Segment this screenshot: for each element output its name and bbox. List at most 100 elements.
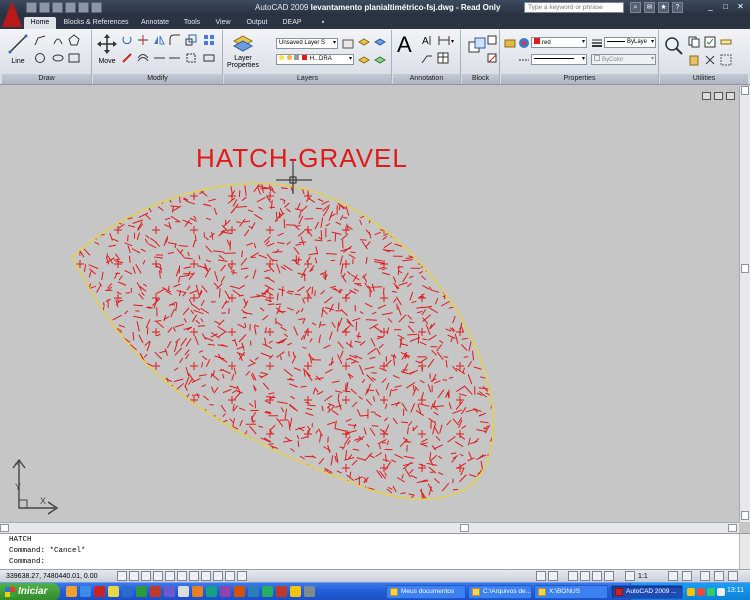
copy-clip-icon[interactable] [688, 36, 700, 48]
grid-display-icon[interactable] [129, 571, 139, 581]
app-launch-icon[interactable] [276, 586, 287, 597]
select-similar-icon[interactable] [720, 54, 732, 66]
color-wheel-icon[interactable] [518, 37, 530, 49]
help-search-input[interactable]: Type a keyword or phrase [524, 2, 624, 13]
task-arquivos-de[interactable]: C:\Arquivos de... [468, 585, 532, 599]
tab-output[interactable]: Output [240, 17, 274, 29]
coordinate-readout[interactable]: 339638.27, 7480440.01, 0.00 [6, 571, 97, 582]
linetype-dropdown[interactable]: ▾ [531, 54, 587, 65]
insert-block-icon[interactable] [467, 36, 487, 56]
tray-icon[interactable] [707, 588, 715, 596]
tab-tools[interactable]: Tools [178, 17, 206, 29]
vertical-scroll-thumb[interactable] [741, 264, 749, 273]
layer-state-dropdown[interactable]: Unsaved Layer S ▾ [276, 38, 338, 49]
new-file-icon[interactable] [26, 2, 37, 13]
horizontal-scroll-thumb[interactable] [460, 524, 469, 532]
color-dropdown[interactable]: red ▾ [531, 37, 587, 48]
media-player-icon[interactable] [164, 586, 175, 597]
annotation-panel-title[interactable]: Annotation [393, 74, 460, 84]
make-current-icon[interactable] [358, 54, 370, 66]
clean-screen-icon[interactable] [728, 571, 738, 581]
snap-mode-icon[interactable] [117, 571, 127, 581]
polygon-icon[interactable] [68, 34, 80, 46]
quick-properties-icon[interactable] [225, 571, 235, 581]
ellipse-icon[interactable] [52, 52, 64, 64]
cut-icon[interactable] [704, 54, 716, 66]
polar-tracking-icon[interactable] [153, 571, 163, 581]
polyline-icon[interactable] [34, 34, 46, 46]
move-arrows-icon[interactable] [97, 34, 117, 54]
app-launch-icon[interactable] [192, 586, 203, 597]
ortho-mode-icon[interactable] [141, 571, 151, 581]
dynamic-input-icon[interactable] [201, 571, 211, 581]
lineweight-icon[interactable] [591, 37, 603, 49]
command-prompt[interactable]: Command: [9, 557, 45, 568]
erase-icon[interactable] [121, 52, 133, 64]
scroll-left-icon[interactable] [0, 524, 9, 532]
search-icon[interactable]: ⌕ [630, 2, 641, 13]
drawing-minimize-icon[interactable] [702, 92, 711, 100]
match-properties-icon[interactable] [504, 37, 516, 49]
create-block-icon[interactable] [486, 34, 498, 46]
scroll-up-icon[interactable] [741, 86, 749, 95]
paste-icon[interactable] [688, 54, 700, 66]
scroll-right-icon[interactable] [728, 524, 737, 532]
mirror-icon[interactable] [153, 34, 165, 46]
quick-select-icon[interactable] [704, 36, 716, 48]
lineweight-dropdown[interactable]: ByLaye ▾ [604, 37, 656, 48]
task-meus-documentos[interactable]: Meus documentos [386, 585, 466, 599]
favorites-star-icon[interactable]: ★ [658, 2, 669, 13]
arc-icon[interactable] [52, 34, 64, 46]
object-snap-icon[interactable] [165, 571, 175, 581]
drawing-close-icon[interactable] [726, 92, 735, 100]
properties-panel-title[interactable]: Properties [501, 74, 658, 84]
showmotion-icon[interactable] [604, 571, 614, 581]
rotate-icon[interactable] [121, 34, 133, 46]
layer-match-icon[interactable] [374, 54, 386, 66]
task-autocad-label[interactable]: AutoCAD 2009 ... [611, 585, 683, 599]
layer-previous-icon[interactable] [358, 38, 370, 50]
scroll-down-icon[interactable] [741, 511, 749, 520]
array-icon[interactable] [203, 34, 215, 46]
tab-annotate[interactable]: Annotate [136, 17, 174, 29]
draw-panel-title[interactable]: Draw [2, 74, 91, 84]
layout-tab-icon[interactable] [548, 571, 558, 581]
redo-icon[interactable] [91, 2, 102, 13]
object-snap-tracking-icon[interactable] [177, 571, 187, 581]
hatch-gravel-label[interactable]: HATCH-GRAVEL [196, 143, 408, 173]
layer-properties-label[interactable]: Layer Properties [224, 55, 262, 69]
tray-icon[interactable] [697, 588, 705, 596]
tab-blocks-references[interactable]: Blocks & References [60, 17, 132, 29]
plot-style-dropdown[interactable]: ByColor ▾ [591, 54, 656, 65]
table-icon[interactable] [437, 52, 449, 64]
pan-icon[interactable] [568, 571, 578, 581]
communication-center-icon[interactable]: ✉ [644, 2, 655, 13]
stretch-icon[interactable] [203, 52, 215, 64]
folder-launch-icon[interactable] [108, 586, 119, 597]
annotation-scale-icon[interactable] [625, 571, 635, 581]
tab-deap[interactable]: DEAP [278, 17, 306, 29]
app-launch-icon[interactable] [304, 586, 315, 597]
leader-icon[interactable] [421, 52, 433, 64]
minimize-icon[interactable]: _ [705, 2, 716, 13]
annotation-visibility-icon[interactable] [668, 571, 678, 581]
app-launch-icon[interactable] [248, 586, 259, 597]
workspace-switching-icon[interactable] [700, 571, 710, 581]
lineweight-toggle-icon[interactable] [213, 571, 223, 581]
ribbon-minimize-icon[interactable]: ▪ [316, 17, 330, 29]
tray-icon[interactable] [687, 588, 695, 596]
task-bonus[interactable]: X:\BONUS [534, 585, 608, 599]
volume-icon[interactable] [717, 588, 725, 596]
auto-scale-icon[interactable] [682, 571, 692, 581]
command-line[interactable]: HATCH Command: *Cancel* Command: [0, 533, 750, 570]
tab-view[interactable]: View [210, 17, 236, 29]
app-launch-icon[interactable] [262, 586, 273, 597]
move-button-label[interactable]: Move [95, 58, 119, 65]
linear-dimension-icon[interactable]: ▾ [437, 34, 457, 46]
ie-icon[interactable] [80, 586, 91, 597]
model-tab-icon[interactable] [536, 571, 546, 581]
command-line-scrollbar[interactable] [739, 534, 750, 570]
scale-icon[interactable] [185, 34, 197, 46]
linetype-icon[interactable] [518, 54, 530, 66]
save-icon[interactable] [52, 2, 63, 13]
